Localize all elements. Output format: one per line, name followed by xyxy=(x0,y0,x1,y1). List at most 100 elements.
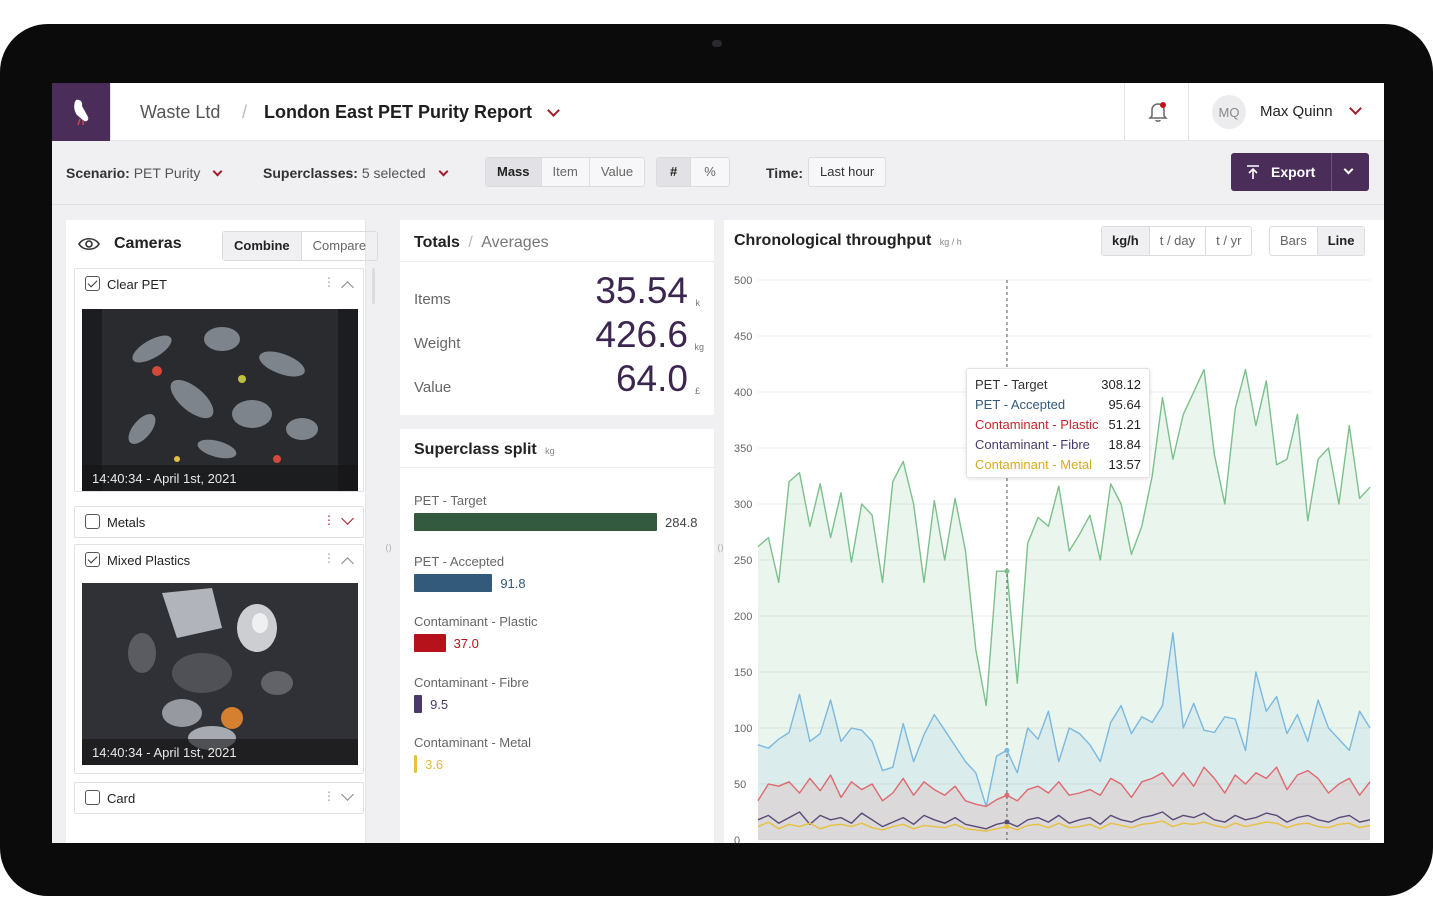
metric-value-option[interactable]: Value xyxy=(590,158,644,186)
superclass-split-label: Superclass split xyxy=(414,441,537,458)
unit-toggle: # % xyxy=(656,157,730,187)
org-name[interactable]: Waste Ltd xyxy=(140,102,220,123)
tooltip-row: Contaminant - Fibre 18.84 xyxy=(975,435,1141,455)
superclass-split-title: Superclass split kg xyxy=(414,441,555,459)
app-logo[interactable] xyxy=(52,83,110,141)
resize-handle-left[interactable]: ⟨⟩ xyxy=(385,543,392,554)
camera-checkbox[interactable] xyxy=(85,552,100,567)
camera-item-header[interactable]: Card ⋮ xyxy=(75,783,363,813)
superclass-value: 37.0 xyxy=(453,636,479,651)
camera-checkbox[interactable] xyxy=(85,790,100,805)
time-select[interactable]: Last hour xyxy=(808,157,887,187)
app-screen: Waste Ltd / London East PET Purity Repor… xyxy=(52,83,1384,843)
report-title[interactable]: London East PET Purity Report xyxy=(264,102,560,123)
superclass-value: 3.6 xyxy=(425,757,444,772)
hover-point xyxy=(1004,824,1010,830)
metric-toggle: Mass Item Value xyxy=(485,157,646,187)
superclass-split-panel: Superclass split kg PET - Target 284.8 PET… xyxy=(400,429,714,843)
y-tick-label: 200 xyxy=(734,611,752,623)
tooltip-series-value: 13.57 xyxy=(1108,457,1141,472)
superclass-value: 9.5 xyxy=(430,696,449,712)
total-value: 64.0 xyxy=(615,358,688,399)
combine-option[interactable]: Combine xyxy=(223,232,302,260)
camera-item: Metals ⋮ xyxy=(74,506,364,538)
superclass-bar xyxy=(414,634,446,652)
camera-item-header[interactable]: Mixed Plastics ⋮ xyxy=(75,545,363,575)
superclass-item: Contaminant - Metal 3.6 xyxy=(414,735,704,785)
unit-count-option[interactable]: # xyxy=(657,158,692,186)
camera-checkbox[interactable] xyxy=(85,514,100,529)
cameras-panel: Cameras Combine Compare Clear PET ⋮ 14:4… xyxy=(66,220,379,843)
more-vertical-icon[interactable]: ⋮ xyxy=(323,551,335,565)
superclass-bar xyxy=(414,513,657,531)
user-avatar[interactable]: MQ xyxy=(1212,95,1246,129)
cameras-title: Cameras xyxy=(114,235,182,252)
tooltip-row: Contaminant - Plastic 51.21 xyxy=(975,415,1141,435)
tablet-camera xyxy=(712,40,722,47)
total-unit: k xyxy=(695,298,701,308)
metric-item-option[interactable]: Item xyxy=(542,158,590,186)
camera-list-scrollbar[interactable] xyxy=(372,268,375,304)
chevron-up-icon[interactable] xyxy=(341,281,354,294)
more-vertical-icon[interactable]: ⋮ xyxy=(323,513,335,527)
resize-handle-right[interactable]: ⟨⟩ xyxy=(717,543,724,554)
more-vertical-icon[interactable]: ⋮ xyxy=(323,275,335,289)
camera-checkbox[interactable] xyxy=(85,276,100,291)
tabs-separator: / xyxy=(468,234,473,251)
tooltip-series-value: 95.64 xyxy=(1108,397,1141,412)
total-label: Items xyxy=(414,291,451,308)
superclass-item: Contaminant - Plastic 37.0 xyxy=(414,614,704,664)
tooltip-series-value: 51.21 xyxy=(1108,417,1141,432)
export-menu-chevron-icon[interactable] xyxy=(1343,164,1354,175)
user-menu[interactable]: Max Quinn xyxy=(1260,102,1362,120)
y-tick-label: 350 xyxy=(734,443,752,455)
scenario-select[interactable]: Scenario: PET Purity xyxy=(66,165,223,181)
metric-mass-option[interactable]: Mass xyxy=(486,158,542,186)
total-value: 35.54 xyxy=(595,270,688,311)
total-unit: £ xyxy=(694,386,700,396)
export-upload-icon xyxy=(1247,165,1259,179)
camera-feed-image xyxy=(82,583,358,765)
export-button[interactable]: Export xyxy=(1231,153,1369,191)
totals-panel: Totals / Averages Items 35.54 k Weight 4… xyxy=(400,220,714,415)
breadcrumb-separator: / xyxy=(242,102,248,122)
total-label: Weight xyxy=(414,335,461,352)
chevron-down-icon[interactable] xyxy=(341,512,354,525)
y-tick-label: 300 xyxy=(734,499,752,511)
cameras-header: Cameras Combine Compare xyxy=(74,226,379,262)
superclasses-select[interactable]: Superclasses: 5 selected xyxy=(263,165,449,181)
compare-option[interactable]: Compare xyxy=(302,232,377,260)
superclass-name: PET - Target xyxy=(414,493,487,508)
y-tick-label: 50 xyxy=(734,779,746,791)
superclass-item: Contaminant - Fibre 9.5 xyxy=(414,675,704,725)
time-label: Time: xyxy=(766,165,804,181)
camera-timestamp: 14:40:34 - April 1st, 2021 xyxy=(82,465,358,491)
chevron-down-icon xyxy=(1348,102,1362,115)
camera-feed: 14:40:34 - April 1st, 2021 xyxy=(82,583,358,765)
tooltip-series-value: 18.84 xyxy=(1108,437,1141,452)
camera-feed-image xyxy=(82,309,358,491)
chevron-down-icon[interactable] xyxy=(341,788,354,801)
chevron-down-icon xyxy=(212,166,223,177)
hover-point xyxy=(1004,568,1010,574)
camera-item-header[interactable]: Metals ⋮ xyxy=(75,507,363,537)
bell-divider-right xyxy=(1188,83,1189,141)
superclass-bar xyxy=(414,573,493,592)
averages-tab[interactable]: Averages xyxy=(481,234,548,251)
more-vertical-icon[interactable]: ⋮ xyxy=(323,789,335,803)
totals-tabs: Totals / Averages xyxy=(414,234,549,252)
totals-tab[interactable]: Totals xyxy=(414,234,460,251)
throughput-chart[interactable]: 0 50 100 150 200 250 300 350 400 450 500 xyxy=(724,220,1384,843)
bird-logo-icon xyxy=(74,99,89,126)
unit-percent-option[interactable]: % xyxy=(691,158,729,186)
chevron-up-icon[interactable] xyxy=(341,557,354,570)
y-tick-label: 150 xyxy=(734,667,752,679)
y-tick-label: 250 xyxy=(734,555,752,567)
y-tick-label: 100 xyxy=(734,723,752,735)
camera-name: Metals xyxy=(107,515,146,530)
notifications-button[interactable] xyxy=(1148,101,1168,128)
tooltip-row: PET - Accepted 95.64 xyxy=(975,395,1141,415)
camera-name: Card xyxy=(107,791,136,806)
camera-item-header[interactable]: Clear PET ⋮ xyxy=(75,269,363,299)
camera-name: Clear PET xyxy=(107,277,167,292)
